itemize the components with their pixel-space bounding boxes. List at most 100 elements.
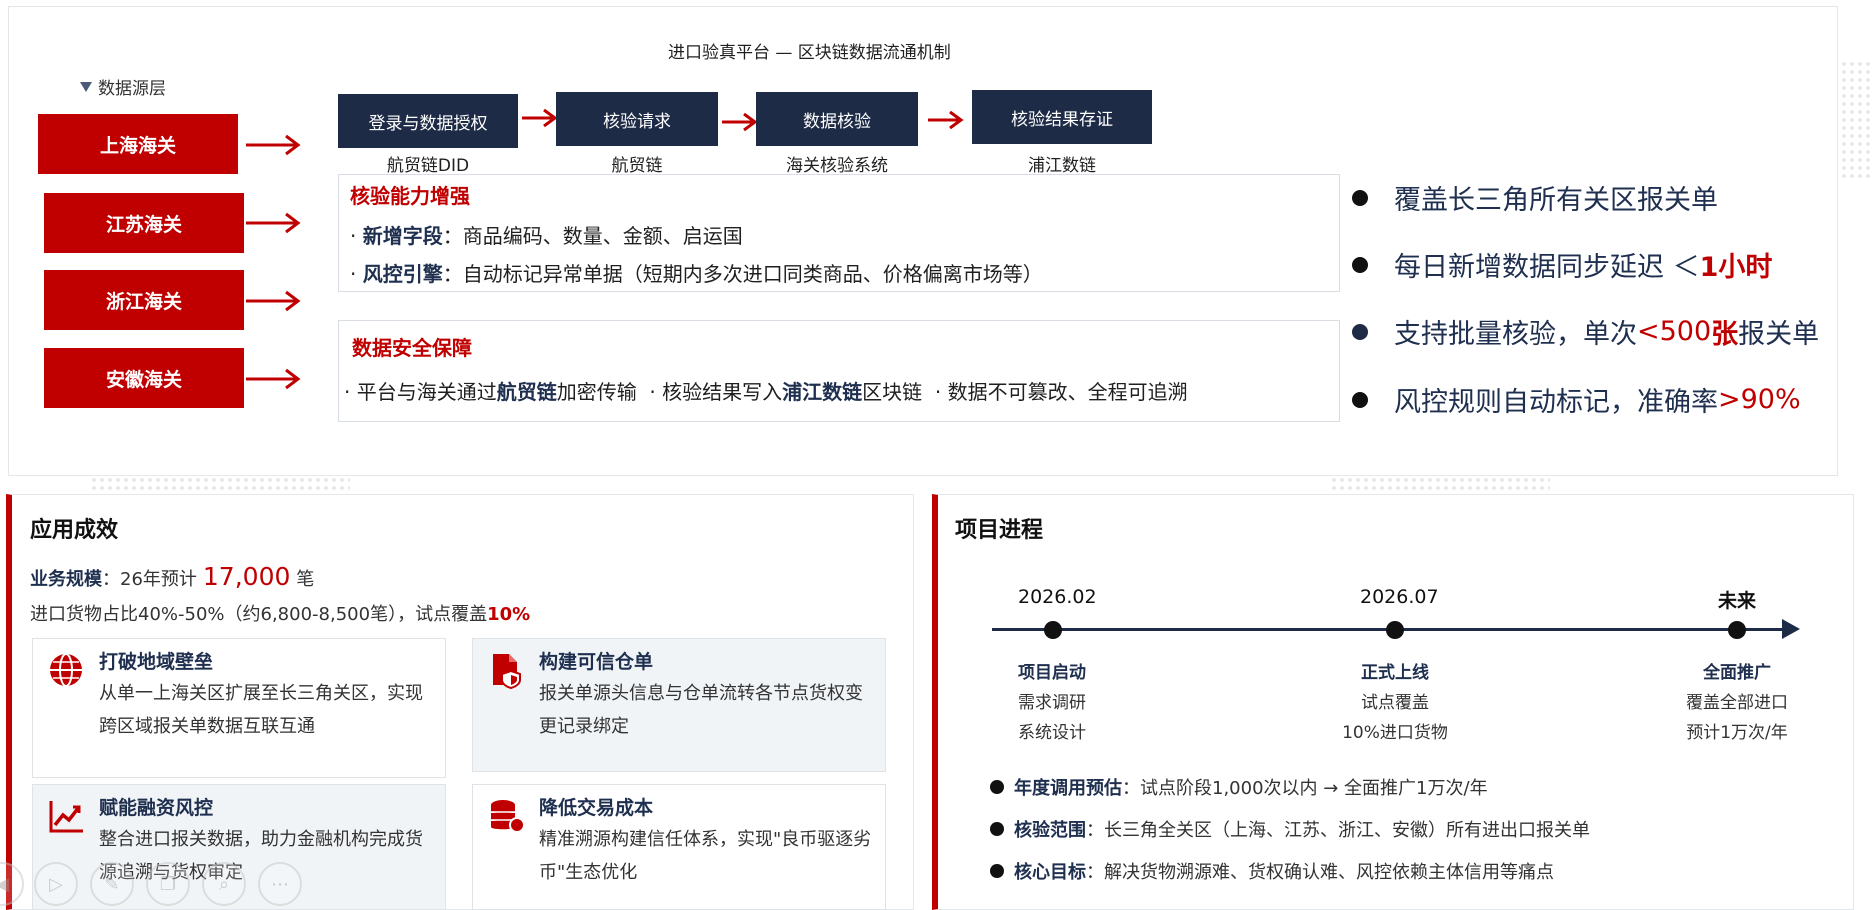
card-title: 赋能融资风控 — [99, 797, 214, 819]
arrow-right-icon — [722, 112, 758, 132]
capability-line-fields: · 新增字段：商品编码、数量、金额、启运国 — [350, 224, 743, 248]
scale-text: ：26年预计 — [102, 569, 197, 590]
flow-step-request: 核验请求 — [556, 92, 718, 146]
milestone-title: 项目启动 — [1018, 663, 1086, 683]
security-line: · 平台与海关通过航贸链加密传输 · 核验结果写入浦江数链区块链 · 数据不可篡… — [344, 380, 1188, 404]
arrow-right-icon — [522, 108, 558, 128]
milestone-title: 全面推广 — [1703, 663, 1771, 683]
point-label: 核心目标 — [1014, 862, 1086, 883]
milestone-line: 系统设计 — [1018, 723, 1086, 743]
security-bold: 航贸链 — [496, 380, 557, 404]
bullet-dot-icon — [1352, 189, 1368, 206]
arrow-right-icon — [246, 290, 301, 312]
timeline-arrow-icon — [1782, 619, 1800, 639]
effect-card: 降低交易成本 精准溯源构建信任体系，实现"良币驱逐劣币"生态优化 — [472, 784, 886, 910]
security-box — [338, 320, 1340, 422]
customs-jiangsu: 江苏海关 — [44, 193, 244, 253]
card-desc: 从单一上海关区扩展至长三角关区，实现跨区域报关单数据互联互通 — [99, 683, 423, 737]
feature-bullet: 风控规则自动标记，准确率 >90% — [1352, 380, 1801, 419]
flow-step-verify: 数据核验 — [756, 92, 918, 146]
flow-step-record: 核验结果存证 — [972, 90, 1152, 144]
flow-step-login: 登录与数据授权 — [338, 94, 518, 148]
card-title: 构建可信仓单 — [539, 651, 654, 673]
effect-card: 构建可信仓单 报关单源头信息与仓单流转各节点货权变更记录绑定 — [472, 638, 886, 772]
scale-unit: 笔 — [296, 569, 315, 590]
play-icon[interactable]: ▷ — [34, 862, 78, 906]
flow-caption: 航贸链DID — [386, 156, 470, 176]
document-shield-icon — [493, 654, 521, 689]
arrow-right-icon — [246, 212, 301, 234]
zoom-icon[interactable]: ⌕ — [202, 862, 246, 906]
share-text: 进口货物占比40%-50%（约6,800-8,500笔），试点覆盖 — [30, 604, 488, 625]
feature-text: 报关单 — [1738, 319, 1820, 350]
feature-highlight: >90% — [1718, 384, 1801, 415]
feature-bullet: 支持批量核验，单次 <500 张报关单 — [1352, 312, 1819, 351]
triangle-down-icon — [80, 81, 92, 92]
security-bold: 浦江数链 — [782, 380, 863, 404]
coins-icon — [491, 800, 525, 833]
bullet-dot-icon — [1352, 256, 1368, 273]
feature-bullet: 覆盖长三角所有关区报关单 — [1352, 178, 1718, 217]
capability-title: 核验能力增强 — [350, 184, 470, 208]
bullet-dot-icon — [990, 864, 1004, 878]
diagram-title: 进口验真平台 — 区块链数据流通机制 — [668, 43, 951, 63]
progress-point: 年度调用预估 ：试点阶段1,000次以内 → 全面推广1万次/年 — [990, 774, 1488, 800]
security-text: 数据不可篡改、全程可追溯 — [947, 380, 1188, 404]
effect-title: 应用成效 — [30, 518, 119, 543]
milestone-caption: 项目启动 需求调研 系统设计 — [1000, 658, 1110, 748]
import-share: 进口货物占比40%-50%（约6,800-8,500笔），试点覆盖10% — [30, 600, 530, 626]
line-chart-icon — [49, 801, 83, 833]
capability-label: 新增字段 — [362, 224, 443, 248]
feature-text: 支持批量核验，单次 — [1394, 319, 1637, 350]
milestone-dot — [1386, 621, 1404, 639]
effect-card: 打破地域壁垒 从单一上海关区扩展至长三角关区，实现跨区域报关单数据互联互通 — [32, 638, 446, 778]
slides-icon[interactable]: ❐ — [146, 862, 190, 906]
milestone-caption: 正式上线 试点覆盖 10%进口货物 — [1330, 658, 1460, 748]
pen-icon[interactable]: ✎ — [90, 862, 134, 906]
customs-anhui: 安徽海关 — [44, 348, 244, 408]
bullet-dot-icon — [990, 822, 1004, 836]
arrow-right-icon — [928, 110, 964, 130]
security-text: 平台与海关通过 — [356, 380, 497, 404]
point-text: ：解决货物溯源难、货权确认难、风控依赖主体信用等痛点 — [1086, 862, 1554, 883]
security-text: 区块链 — [862, 380, 923, 404]
point-text: ：长三角全关区（上海、江苏、浙江、安徽）所有进出口报关单 — [1086, 820, 1590, 841]
milestone-caption: 全面推广 覆盖全部进口 预计1万次/年 — [1672, 658, 1802, 748]
milestone-date: 未来 — [1718, 590, 1757, 612]
globe-icon — [50, 653, 82, 687]
feature-highlight: 张 — [1711, 319, 1739, 350]
security-text: 核验结果写入 — [662, 380, 783, 404]
feature-text: 覆盖长三角所有关区报关单 — [1394, 185, 1718, 216]
card-desc: 报关单源头信息与仓单流转各节点货权变更记录绑定 — [539, 683, 863, 737]
card-title: 打破地域壁垒 — [99, 651, 214, 673]
more-icon[interactable]: ⋯ — [258, 862, 302, 906]
progress-title: 项目进程 — [955, 518, 1044, 543]
milestone-line: 需求调研 — [1018, 693, 1086, 713]
feature-text: 每日新增数据同步延迟 ＜ — [1394, 252, 1700, 283]
arrow-right-icon — [246, 134, 301, 156]
flow-caption: 海关核验系统 — [786, 156, 888, 176]
capability-line-risk: · 风控引擎：自动标记异常单据（短期内多次进口同类商品、价格偏离市场等） — [350, 262, 1043, 286]
point-label: 年度调用预估 — [1014, 778, 1122, 799]
milestone-dot — [1728, 621, 1746, 639]
bullet-dot-icon — [1352, 391, 1368, 408]
point-text: ：试点阶段1,000次以内 → 全面推广1万次/年 — [1122, 778, 1488, 799]
feature-bullet: 每日新增数据同步延迟 ＜ 1小时 — [1352, 245, 1772, 284]
capability-text: ：自动标记异常单据（短期内多次进口同类商品、价格偏离市场等） — [442, 262, 1043, 286]
milestone-line: 覆盖全部进口 — [1686, 693, 1788, 713]
feature-highlight: <500 — [1637, 316, 1712, 347]
customs-zhejiang: 浙江海关 — [44, 270, 244, 330]
milestone-date: 2026.07 — [1360, 586, 1439, 608]
progress-point: 核验范围 ：长三角全关区（上海、江苏、浙江、安徽）所有进出口报关单 — [990, 816, 1590, 842]
flow-caption: 航贸链 — [611, 156, 663, 176]
flow-caption: 浦江数链 — [1028, 156, 1096, 176]
scale-label: 业务规模 — [30, 569, 102, 590]
scale-value: 17,000 — [202, 562, 291, 591]
milestone-line: 10%进口货物 — [1342, 723, 1448, 743]
feature-highlight: 1小时 — [1699, 252, 1773, 283]
bullet-dot-icon — [990, 780, 1004, 794]
bullet-dot-icon — [1352, 323, 1368, 340]
dot-pattern — [1330, 476, 1550, 494]
milestone-line: 预计1万次/年 — [1686, 723, 1788, 743]
source-layer-text: 数据源层 — [98, 79, 166, 99]
